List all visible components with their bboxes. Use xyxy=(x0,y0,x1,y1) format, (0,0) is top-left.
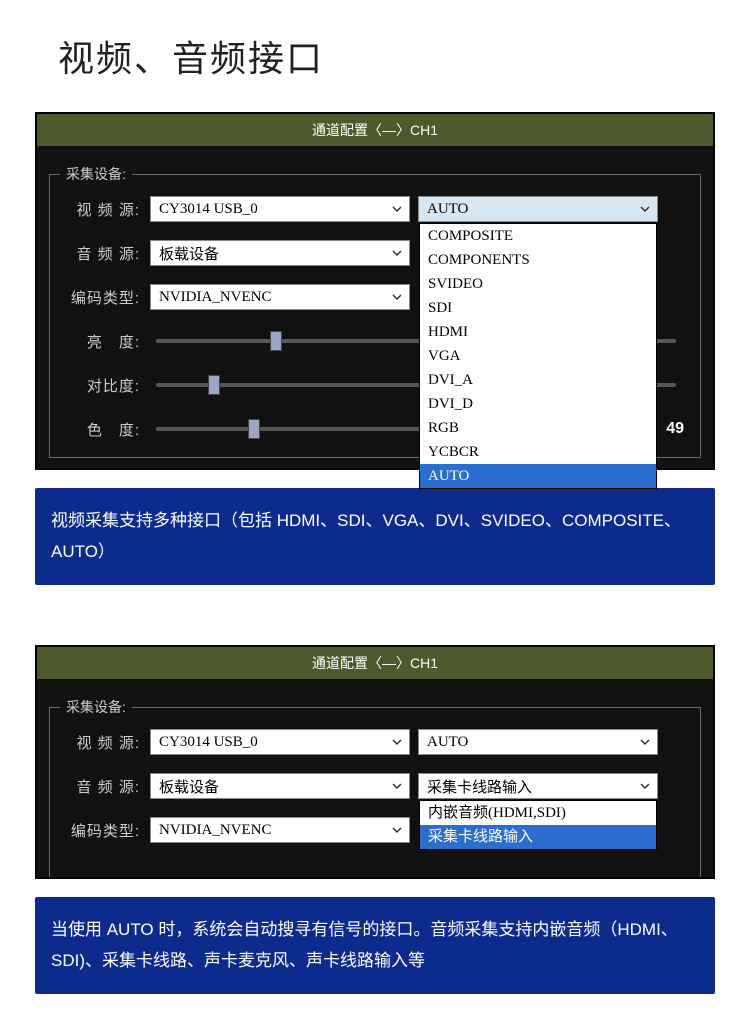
fieldset-legend: 采集设备: xyxy=(60,697,132,717)
chevron-down-icon xyxy=(389,822,405,838)
label-contrast: 对比度: xyxy=(60,375,150,396)
label-video-src: 视 频 源: xyxy=(60,199,150,220)
slider-thumb[interactable] xyxy=(248,419,260,439)
video-in-dropdown: COMPOSITECOMPONENTSSVIDEOSDIHDMIVGADVI_A… xyxy=(419,223,657,489)
label-audio-src: 音 频 源: xyxy=(60,776,150,797)
combo-video-src[interactable]: CY3014 USB_0 xyxy=(150,729,410,755)
dropdown-option[interactable]: 内嵌音频(HDMI,SDI) xyxy=(420,801,656,825)
chevron-down-icon xyxy=(389,289,405,305)
capture-fieldset: 采集设备: 视 频 源: CY3014 USB_0 AUTO 音 频 源: 板载… xyxy=(49,707,701,877)
page-title: 视频、音频接口 xyxy=(58,30,720,82)
combo-audio-src-value: 板载设备 xyxy=(159,776,219,797)
combo-video-in[interactable]: AUTO COMPOSITECOMPONENTSSVIDEOSDIHDMIVGA… xyxy=(418,196,658,222)
label-audio-src: 音 频 源: xyxy=(60,243,150,264)
combo-video-src-value: CY3014 USB_0 xyxy=(159,734,258,751)
combo-enc-type-value: NVIDIA_NVENC xyxy=(159,822,272,839)
slider-thumb[interactable] xyxy=(270,331,282,351)
dropdown-option[interactable]: DVI_A xyxy=(420,368,656,392)
label-enc-type: 编码类型: xyxy=(60,287,150,308)
combo-audio-src[interactable]: 板载设备 xyxy=(150,773,410,799)
combo-audio-src[interactable]: 板载设备 xyxy=(150,240,410,266)
combo-enc-type-value: NVIDIA_NVENC xyxy=(159,289,272,306)
combo-video-in[interactable]: AUTO xyxy=(418,729,658,755)
combo-video-src[interactable]: CY3014 USB_0 xyxy=(150,196,410,222)
combo-audio-in-value: 采集卡线路输入 xyxy=(427,776,532,797)
chevron-down-icon xyxy=(637,734,653,750)
dropdown-option[interactable]: YCBCR xyxy=(420,440,656,464)
dropdown-option[interactable]: DVI_D xyxy=(420,392,656,416)
dropdown-option[interactable]: COMPOSITE xyxy=(420,224,656,248)
slider-thumb[interactable] xyxy=(208,375,220,395)
chevron-down-icon xyxy=(637,201,653,217)
combo-video-in-value: AUTO xyxy=(427,201,468,218)
dropdown-option[interactable]: SVIDEO xyxy=(420,272,656,296)
row-video-src: 视 频 源: CY3014 USB_0 AUTO COMPOSITECOMPON… xyxy=(60,195,690,223)
dropdown-option[interactable]: HDMI xyxy=(420,320,656,344)
chevron-down-icon xyxy=(389,245,405,261)
titlebar: 通道配置〈—〉CH1 xyxy=(37,647,713,679)
label-hue: 色 度: xyxy=(60,419,150,440)
dropdown-option[interactable]: AUTO xyxy=(420,464,656,488)
fieldset-legend: 采集设备: xyxy=(60,164,132,184)
chevron-down-icon xyxy=(389,201,405,217)
titlebar: 通道配置〈—〉CH1 xyxy=(37,114,713,146)
chevron-down-icon xyxy=(637,778,653,794)
capture-fieldset: 采集设备: 视 频 源: CY3014 USB_0 AUTO COMPOSITE… xyxy=(49,174,701,458)
combo-audio-src-value: 板载设备 xyxy=(159,243,219,264)
combo-video-src-value: CY3014 USB_0 xyxy=(159,201,258,218)
combo-enc-type[interactable]: NVIDIA_NVENC xyxy=(150,817,410,843)
config-panel-2: 通道配置〈—〉CH1 采集设备: 视 频 源: CY3014 USB_0 AUT… xyxy=(35,645,715,879)
label-video-src: 视 频 源: xyxy=(60,732,150,753)
audio-in-dropdown: 内嵌音频(HDMI,SDI)采集卡线路输入 xyxy=(419,800,657,850)
combo-enc-type[interactable]: NVIDIA_NVENC xyxy=(150,284,410,310)
caption-1: 视频采集支持多种接口（包括 HDMI、SDI、VGA、DVI、SVIDEO、CO… xyxy=(35,488,715,585)
dropdown-option[interactable]: COMPONENTS xyxy=(420,248,656,272)
row-audio-src: 音 频 源: 板载设备 采集卡线路输入 内嵌音频(HDMI,SDI)采集卡线路输… xyxy=(60,772,690,800)
chevron-down-icon xyxy=(389,778,405,794)
dropdown-option[interactable]: RGB xyxy=(420,416,656,440)
chevron-down-icon xyxy=(389,734,405,750)
row-video-src: 视 频 源: CY3014 USB_0 AUTO xyxy=(60,728,690,756)
combo-video-in-value: AUTO xyxy=(427,734,468,751)
label-enc-type: 编码类型: xyxy=(60,820,150,841)
combo-audio-in[interactable]: 采集卡线路输入 内嵌音频(HDMI,SDI)采集卡线路输入 xyxy=(418,773,658,799)
config-panel-1: 通道配置〈—〉CH1 采集设备: 视 频 源: CY3014 USB_0 AUT… xyxy=(35,112,715,470)
caption-2: 当使用 AUTO 时，系统会自动搜寻有信号的接口。音频采集支持内嵌音频（HDMI… xyxy=(35,897,715,994)
dropdown-option[interactable]: SDI xyxy=(420,296,656,320)
label-brightness: 亮 度: xyxy=(60,331,150,352)
dropdown-option[interactable]: 采集卡线路输入 xyxy=(420,825,656,849)
dropdown-option[interactable]: VGA xyxy=(420,344,656,368)
